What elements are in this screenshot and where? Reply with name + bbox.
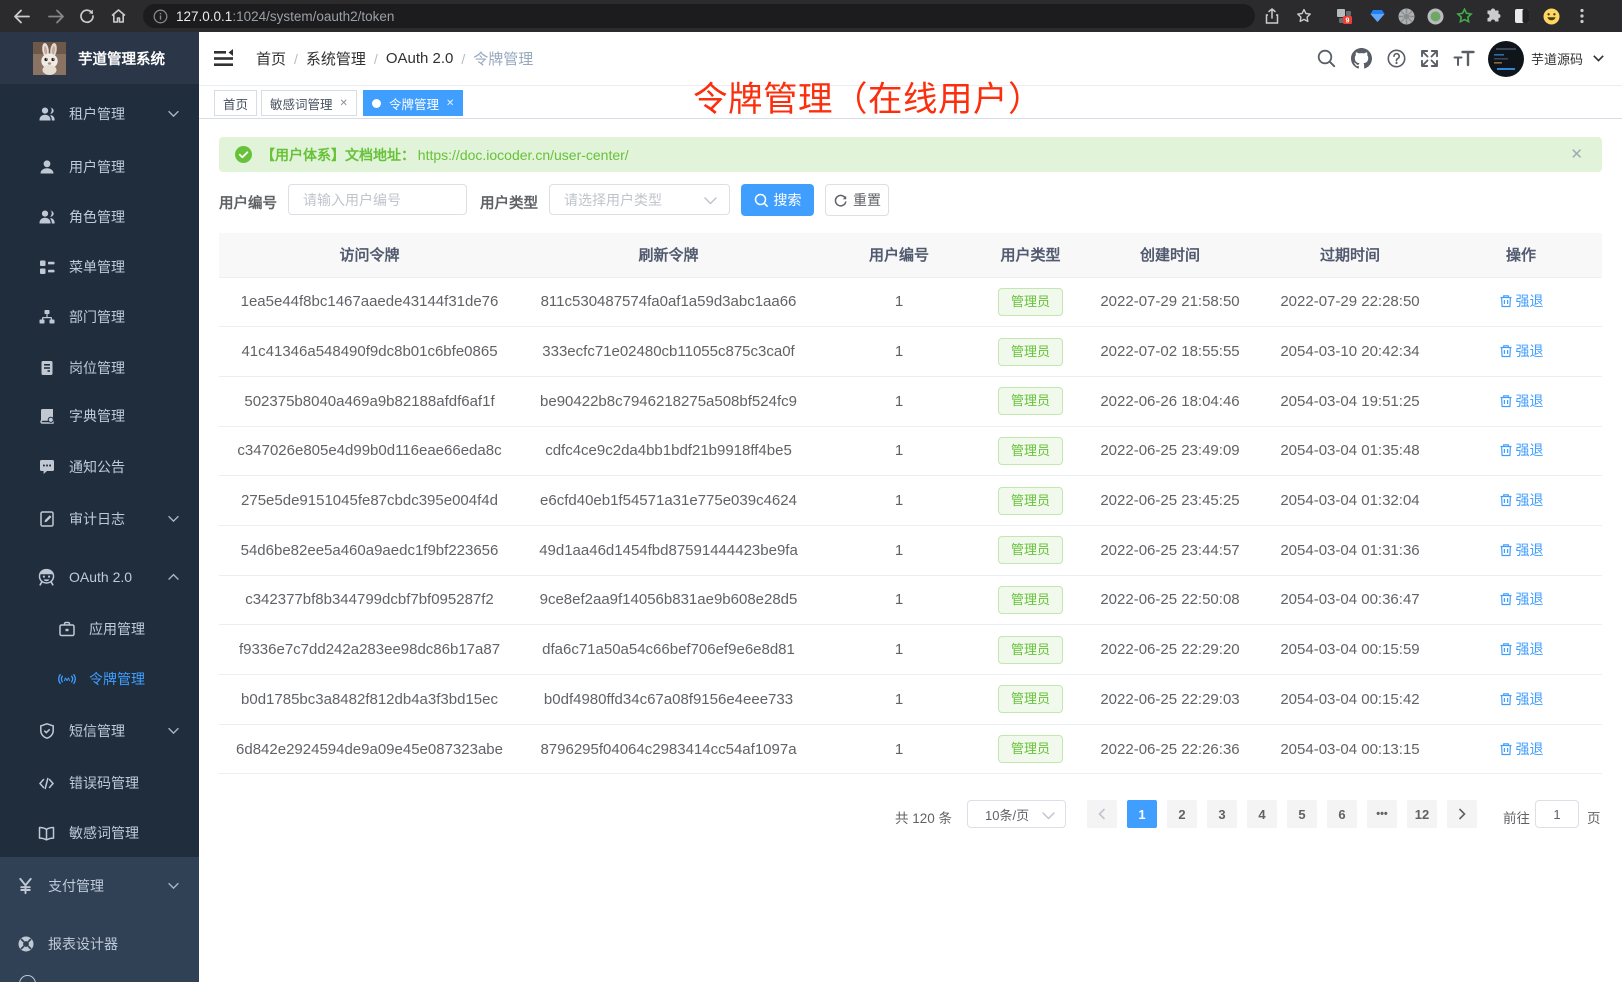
svg-text:9: 9 — [1346, 17, 1350, 24]
